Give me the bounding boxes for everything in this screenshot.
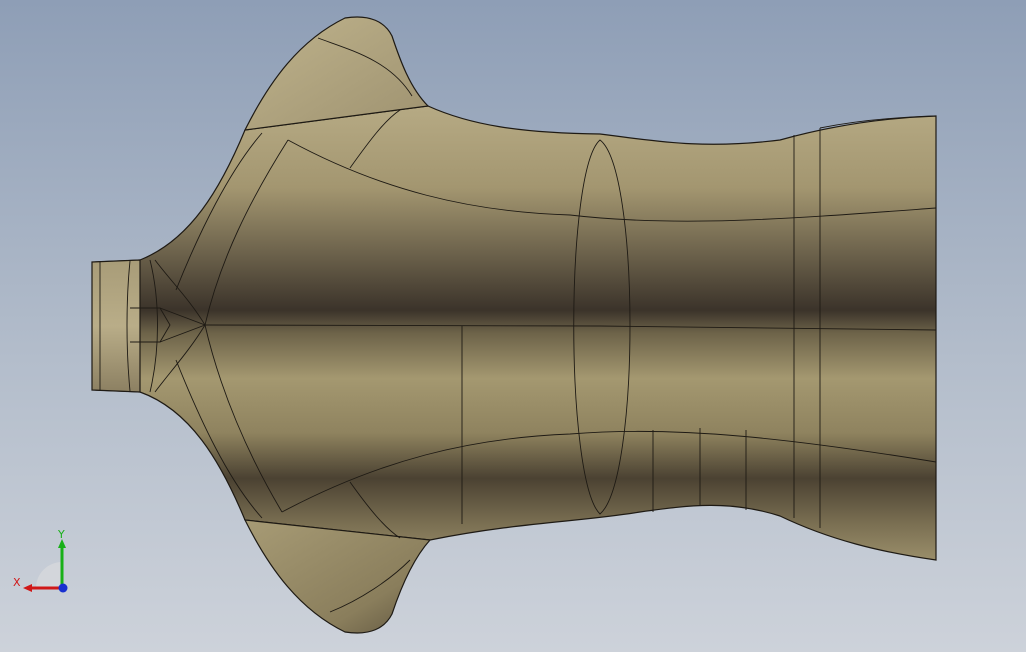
model-body-surface[interactable]	[95, 105, 937, 561]
bottom-flange-wing[interactable]	[243, 519, 432, 634]
3d-model[interactable]	[0, 0, 1026, 652]
neck-surface[interactable]	[91, 259, 141, 393]
graphics-viewport[interactable]: Y X	[0, 0, 1026, 652]
y-axis-label: Y	[57, 530, 65, 541]
z-axis-dot	[58, 583, 68, 593]
triad-quadrant	[36, 562, 62, 588]
axis-triad: Y X	[13, 530, 68, 593]
x-axis-head	[23, 584, 32, 592]
x-axis-label: X	[13, 576, 21, 589]
